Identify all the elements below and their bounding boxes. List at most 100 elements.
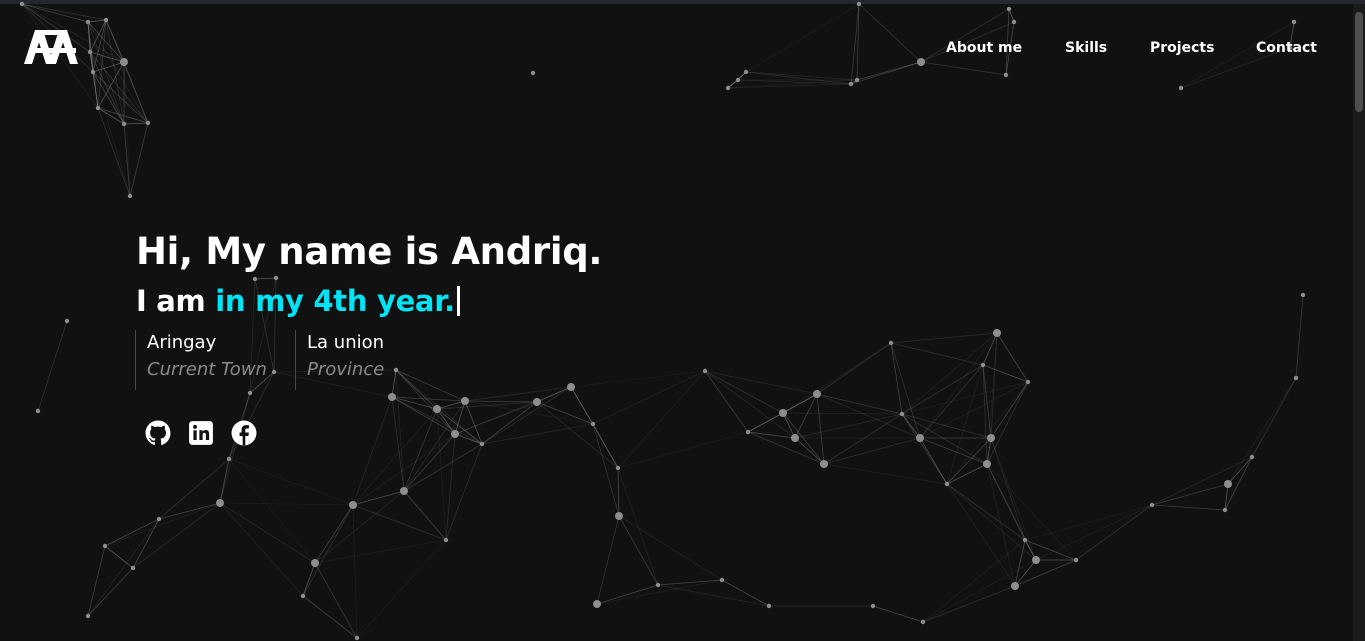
nav-skills[interactable]: Skills [1065, 40, 1107, 56]
network-node [102, 543, 108, 549]
network-edge [314, 562, 358, 639]
location-province: La union Province [295, 330, 384, 390]
hero-greeting: Hi, My name is Andriq. [136, 230, 603, 273]
network-edge [1151, 456, 1253, 506]
network-edge [1075, 504, 1153, 561]
network-edge [87, 545, 106, 617]
network-edge [104, 518, 160, 547]
network-node [944, 481, 950, 487]
nav-contact[interactable]: Contact [1256, 40, 1317, 56]
network-edge [302, 504, 354, 597]
network-node [247, 390, 253, 396]
network-edge [704, 370, 818, 395]
network-node [530, 70, 536, 76]
network-node [388, 393, 396, 401]
network-node [590, 421, 596, 427]
network-edge [314, 490, 405, 564]
network-node [1222, 507, 1228, 513]
network-edge [219, 502, 316, 564]
network-edge [129, 122, 149, 197]
network-edge [618, 515, 659, 586]
network-edge [89, 51, 149, 124]
network-edge [536, 401, 594, 425]
network-edge [1227, 377, 1297, 485]
network-node [121, 121, 127, 127]
network-edge [391, 396, 483, 445]
network-node [899, 411, 905, 417]
province-label: Province [307, 359, 385, 380]
network-node [1073, 557, 1079, 563]
town-value: Aringay [147, 332, 217, 353]
network-edge [996, 332, 1029, 383]
network-edge [314, 504, 354, 564]
network-edge [618, 515, 723, 581]
network-node [1178, 85, 1184, 91]
network-edge [37, 320, 68, 412]
typed-text: in my 4th year. [215, 284, 455, 318]
network-edge [657, 584, 770, 607]
network-edge [97, 107, 131, 197]
network-edge [617, 431, 749, 469]
network-edge [92, 71, 149, 124]
facebook-icon[interactable] [231, 420, 257, 446]
network-node [615, 465, 621, 471]
scrollbar[interactable] [1353, 4, 1365, 641]
network-edge [982, 364, 1029, 383]
network-node [443, 537, 449, 543]
network-edge [445, 433, 456, 541]
network-edge [596, 515, 620, 605]
network-edge [816, 393, 825, 465]
scrollbar-thumb[interactable] [1355, 12, 1363, 112]
network-edge [721, 579, 770, 607]
network-edge [856, 61, 922, 81]
network-node [1025, 379, 1031, 385]
network-edge [919, 381, 1029, 439]
network-edge [436, 408, 447, 541]
network-node [987, 434, 995, 442]
network-edge [727, 83, 852, 89]
typing-cursor [456, 286, 460, 316]
linkedin-icon[interactable] [188, 420, 214, 446]
network-node [127, 193, 133, 199]
network-node [85, 613, 91, 619]
network-edge [920, 61, 1007, 76]
network-node [400, 487, 408, 495]
network-node [19, 1, 25, 7]
network-node [479, 441, 485, 447]
network-node [349, 501, 357, 509]
network-node [1022, 537, 1028, 543]
network-edge [314, 539, 447, 564]
network-edge [395, 369, 456, 435]
network-edge [352, 396, 393, 506]
network-edge [464, 400, 594, 425]
github-icon[interactable] [145, 420, 171, 446]
network-edge [123, 122, 149, 125]
network-node [735, 77, 741, 83]
network-node [725, 85, 731, 91]
network-edge [986, 463, 1077, 561]
main-nav: About me Skills Projects Contact [0, 40, 1365, 60]
network-edge [872, 605, 924, 623]
nav-about-me[interactable]: About me [946, 40, 1022, 56]
network-node [870, 603, 876, 609]
network-node [983, 460, 991, 468]
network-node [311, 559, 319, 567]
network-node [533, 398, 541, 406]
network-edge [123, 61, 149, 124]
nav-projects[interactable]: Projects [1150, 40, 1214, 56]
network-node [226, 456, 232, 462]
network-node [300, 593, 306, 599]
hero-typed-line: I am in my 4th year. [136, 284, 460, 318]
network-edge [782, 412, 903, 415]
particle-network-background [19, 1, 1306, 641]
network-edge [454, 433, 483, 445]
network-node [95, 105, 101, 111]
network-edge [302, 562, 316, 597]
province-value: La union [307, 332, 385, 353]
network-node [745, 429, 751, 435]
network-edge [1295, 294, 1304, 379]
network-node [85, 19, 91, 25]
network-edge [1014, 559, 1077, 587]
network-edge [816, 393, 903, 415]
network-node [719, 577, 725, 583]
